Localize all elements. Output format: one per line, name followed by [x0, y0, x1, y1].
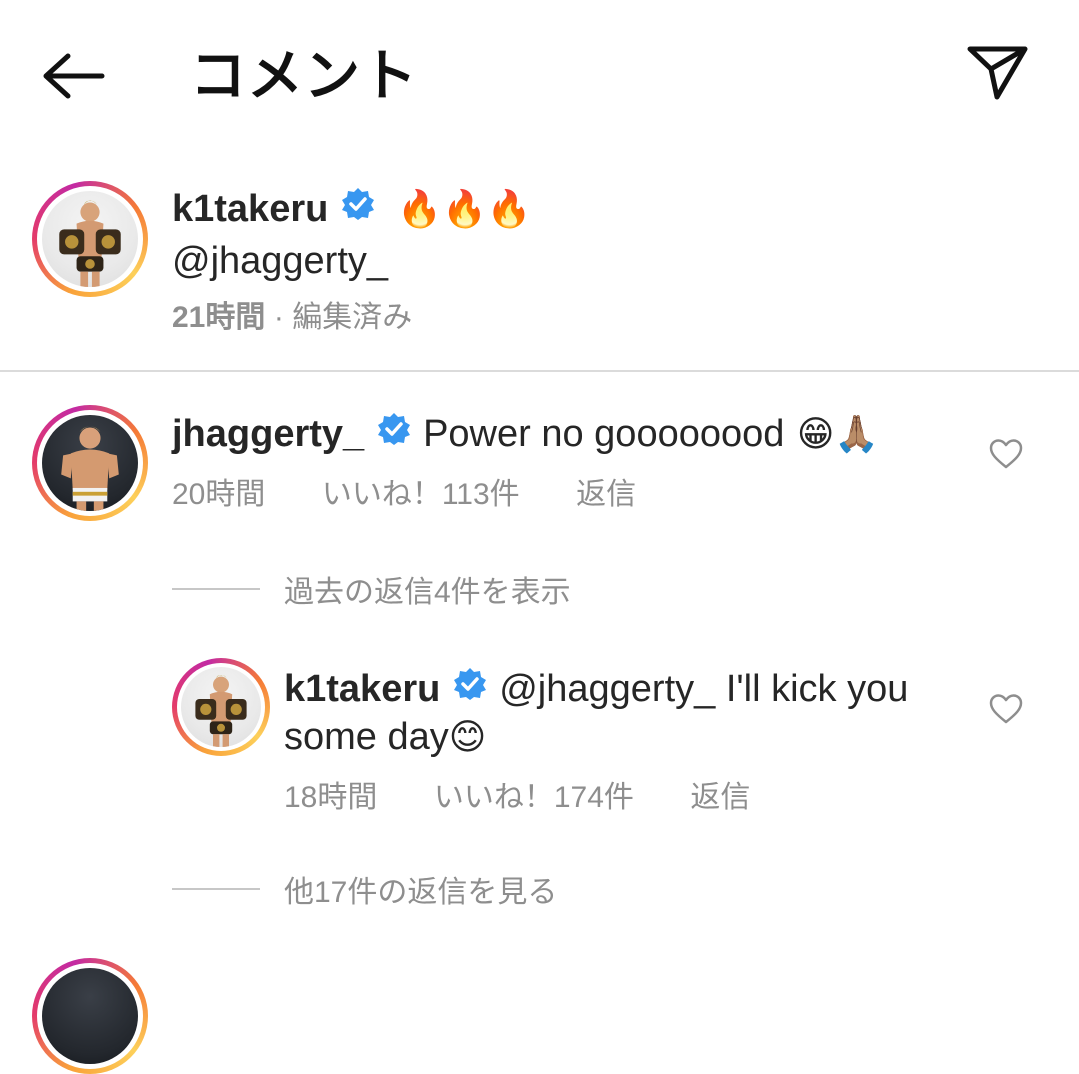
- reply-text-line2: some day: [284, 716, 449, 758]
- like-button[interactable]: [981, 431, 1031, 481]
- comment-reply-button[interactable]: 返信: [576, 478, 636, 511]
- reply-line-2: some day😊: [284, 714, 486, 768]
- reply-likes[interactable]: いいね！174件: [434, 781, 634, 814]
- view-more-replies-label: 他17件の返信を見る: [284, 876, 558, 909]
- divider: [0, 370, 1079, 372]
- reply-time: 18時間: [284, 781, 378, 814]
- avatar[interactable]: [32, 958, 148, 1074]
- comment-line: jhaggerty_ Power no goooooood 😁🙏🏽: [172, 411, 879, 471]
- reply-text-line1: I'll kick you: [715, 668, 909, 710]
- avatar-image: [195, 675, 247, 747]
- avatar[interactable]: [32, 181, 148, 297]
- caption-time: 21時間: [172, 301, 266, 334]
- back-button[interactable]: [36, 48, 112, 108]
- avatar-image: [59, 200, 121, 287]
- avatar[interactable]: [172, 658, 270, 756]
- heart-icon: [989, 693, 1023, 729]
- comment-username[interactable]: jhaggerty_: [172, 413, 364, 455]
- caption-emoji: 🔥🔥🔥: [397, 188, 532, 229]
- thread-line: [172, 888, 260, 890]
- back-arrow-icon: [42, 52, 106, 105]
- caption-username[interactable]: k1takeru: [172, 188, 328, 230]
- verified-badge-icon: [453, 667, 487, 720]
- avatar-image: [61, 426, 119, 511]
- thread-line: [172, 588, 260, 590]
- view-previous-replies-label: 過去の返信4件を表示: [284, 576, 571, 609]
- reply-meta: 18時間 いいね！174件 返信: [284, 778, 750, 823]
- caption-separator: ·: [273, 301, 284, 334]
- reply-reply-button[interactable]: 返信: [690, 781, 750, 814]
- reply-mention[interactable]: @jhaggerty_: [499, 668, 715, 710]
- comment-emoji: 😁🙏🏽: [796, 413, 880, 454]
- view-more-replies[interactable]: 他17件の返信を見る: [172, 868, 557, 910]
- reply-emoji: 😊: [448, 716, 487, 757]
- caption-mention[interactable]: @jhaggerty_: [172, 238, 388, 284]
- heart-icon: [989, 438, 1023, 474]
- view-previous-replies[interactable]: 過去の返信4件を表示: [172, 568, 571, 610]
- caption-meta: 21時間 · 編集済み: [172, 298, 412, 343]
- like-button[interactable]: [981, 686, 1031, 736]
- comment-meta: 20時間 いいね！113件 返信: [172, 475, 636, 520]
- send-icon: [967, 44, 1029, 107]
- caption-edited: 編集済み: [292, 301, 413, 334]
- avatar[interactable]: [32, 405, 148, 521]
- verified-badge-icon: [377, 412, 411, 465]
- comment-text: Power no goooooood: [423, 413, 785, 455]
- verified-badge-icon: [341, 187, 375, 240]
- comment-likes[interactable]: いいね！113件: [322, 478, 520, 511]
- comment-time: 20時間: [172, 478, 266, 511]
- reply-username[interactable]: k1takeru: [284, 668, 440, 710]
- page-title: コメント: [190, 44, 418, 107]
- share-button[interactable]: [960, 40, 1036, 110]
